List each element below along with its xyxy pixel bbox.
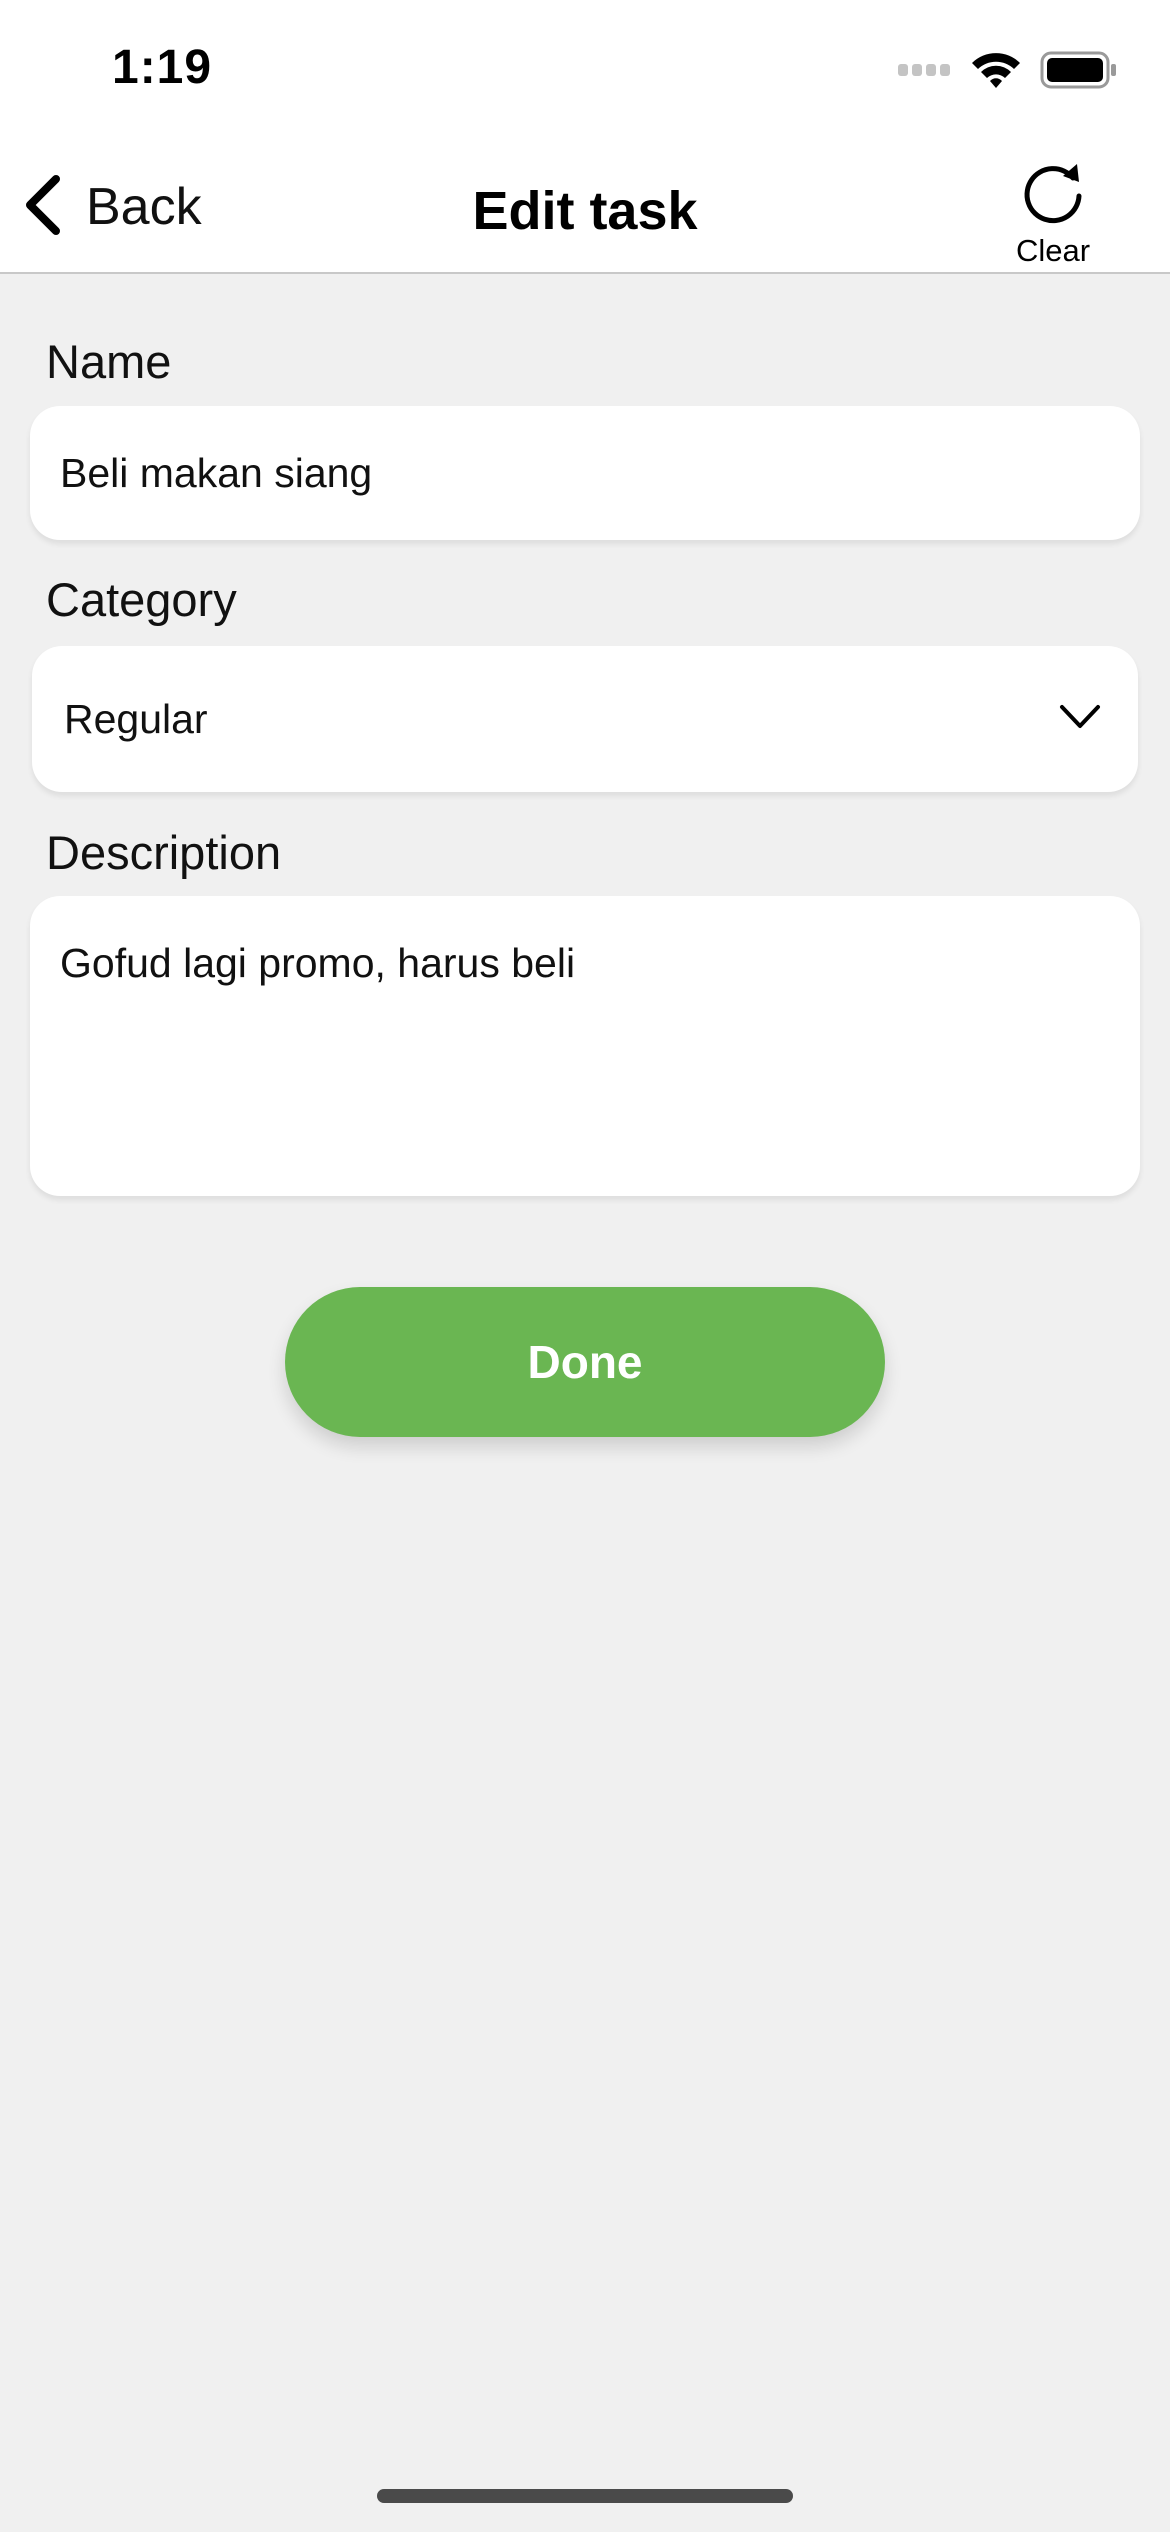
category-select[interactable]: Regular [32, 646, 1138, 792]
navigation-bar: Back Edit task Clear [0, 140, 1170, 274]
cellular-signal-icon [898, 63, 952, 82]
done-button[interactable]: Done [285, 1287, 885, 1437]
name-input[interactable] [60, 450, 1110, 497]
description-textarea[interactable]: Gofud lagi promo, harus beli [60, 940, 1110, 987]
name-label: Name [46, 335, 172, 388]
status-time: 1:19 [112, 41, 213, 94]
home-indicator [377, 2489, 793, 2503]
category-selected-value: Regular [64, 695, 208, 742]
battery-icon [1040, 51, 1118, 94]
category-label: Category [46, 573, 237, 626]
name-field[interactable] [30, 406, 1140, 540]
clear-button[interactable]: Clear [988, 156, 1118, 269]
description-label: Description [46, 826, 282, 879]
chevron-down-icon [1058, 703, 1102, 736]
status-icons [898, 50, 1118, 95]
description-field[interactable]: Gofud lagi promo, harus beli [30, 896, 1140, 1196]
clear-label: Clear [1015, 233, 1091, 268]
status-bar: 1:19 [0, 0, 1170, 140]
refresh-icon [1017, 156, 1089, 233]
wifi-icon [970, 50, 1022, 95]
